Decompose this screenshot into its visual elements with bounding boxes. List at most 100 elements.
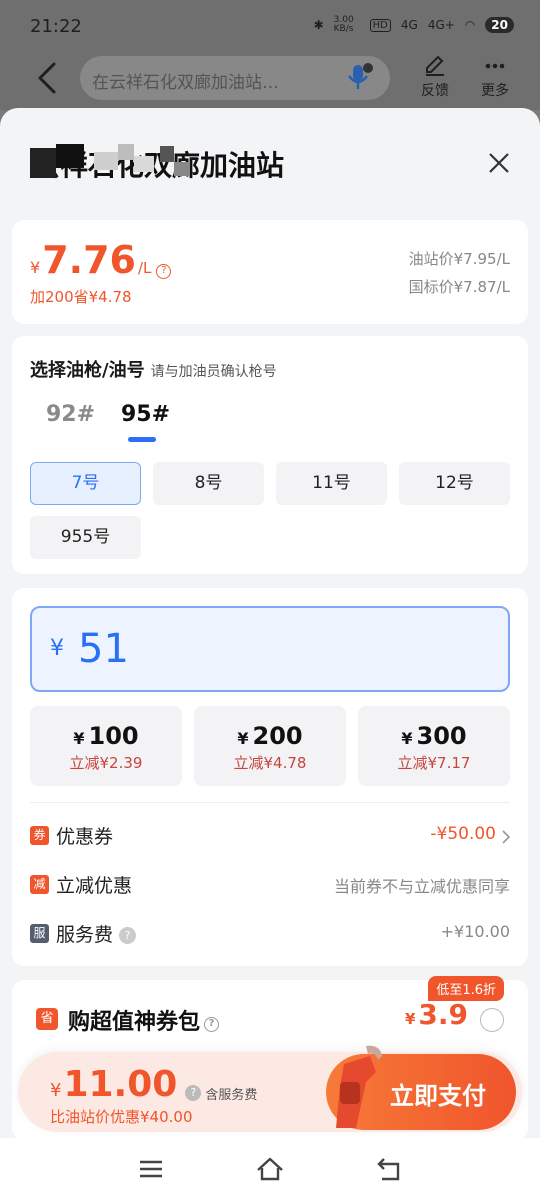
pencil-icon	[426, 55, 444, 76]
instant-tag-icon: 减	[30, 875, 49, 894]
amount-card: ¥ 51 ¥100 立减¥2.39 ¥200 立减¥4.78 ¥300 立减¥7…	[12, 588, 528, 966]
gun-button-11[interactable]: 11号	[276, 462, 387, 505]
gun-section-title: 选择油枪/油号 请与加油员确认枪号	[30, 356, 277, 382]
service-tag-icon: 服	[30, 924, 49, 943]
bluetooth-icon: ✱	[313, 18, 324, 32]
service-label-text: 服务费	[56, 924, 114, 946]
pack-checkbox[interactable]	[480, 1008, 504, 1032]
back-arrow-icon[interactable]	[34, 58, 64, 98]
pack-title: 购超值神券包?	[68, 1004, 220, 1036]
service-label: 服务费?	[56, 920, 137, 947]
quick-amount: 100	[88, 722, 139, 750]
amount-value: 51	[78, 626, 129, 672]
amount-currency: ¥	[50, 636, 64, 661]
national-price: 国标价¥7.87/L	[408, 278, 510, 296]
instant-discount-row: 减 立减优惠 当前券不与立减优惠同享	[30, 871, 510, 901]
pay-help-icon[interactable]: ?	[185, 1085, 202, 1101]
feedback-button[interactable]: 反馈	[410, 54, 460, 100]
hd-icon: HD	[369, 18, 391, 32]
gun-hint: 请与加油员确认枪号	[150, 364, 277, 380]
pay-currency: ¥	[50, 1080, 62, 1101]
price-value: 7.76	[42, 238, 136, 282]
price-unit: /L	[137, 259, 152, 277]
pay-total: ¥ 11.00 ? 含服务费	[50, 1064, 257, 1105]
price-card: ¥ 7.76 /L ? 加200省¥4.78 油站价¥7.95/L 国标价¥7.…	[12, 220, 528, 324]
pay-bar: ¥ 11.00 ? 含服务费 比油站价优惠¥40.00 立即支付	[18, 1045, 522, 1132]
instant-value: 当前券不与立减优惠同享	[333, 877, 510, 896]
pack-title-text: 购超值神券包	[68, 1010, 201, 1035]
price-currency: ¥	[30, 258, 41, 277]
more-button[interactable]: 更多	[470, 54, 520, 100]
close-icon[interactable]	[486, 150, 512, 176]
back-icon[interactable]	[374, 1154, 404, 1184]
status-bar: 21:22 ✱ 3.00 KB/s HD 4G 4G+ ◠ 20	[0, 0, 540, 52]
quick-currency: ¥	[401, 729, 413, 748]
quick-amount-200[interactable]: ¥200 立减¥4.78	[194, 706, 346, 786]
search-box[interactable]: 在云祥石化双廊加油站…	[80, 56, 390, 100]
unit-price: ¥ 7.76 /L ?	[30, 238, 172, 282]
feedback-label: 反馈	[421, 83, 449, 99]
coupon-label: 优惠券	[56, 826, 114, 848]
gun-button-7[interactable]: 7号	[30, 462, 141, 505]
instant-label: 立减优惠	[56, 875, 133, 897]
status-time: 21:22	[30, 16, 82, 37]
pay-total-value: 11.00	[63, 1064, 178, 1105]
pack-help-icon[interactable]: ?	[204, 1017, 220, 1032]
search-text: 在云祥石化双廊加油站…	[92, 73, 279, 93]
chevron-right-icon	[502, 830, 510, 844]
menu-icon[interactable]	[136, 1154, 166, 1184]
wifi-icon: ◠	[464, 18, 476, 32]
station-price: 油站价¥7.95/L	[408, 250, 510, 268]
signal-icon-2: 4G+	[427, 18, 455, 32]
status-icons: ✱ 3.00 KB/s HD 4G 4G+ ◠ 20	[314, 16, 514, 34]
quick-discount: 立减¥2.39	[69, 754, 143, 772]
quick-currency: ¥	[73, 729, 85, 748]
service-help-icon[interactable]: ?	[119, 927, 137, 944]
pay-note: ? 含服务费	[185, 1084, 257, 1103]
pack-currency: ¥	[404, 1010, 416, 1028]
amount-input[interactable]: ¥ 51	[30, 606, 510, 692]
more-dots-icon	[485, 63, 505, 69]
gun-button-8[interactable]: 8号	[153, 462, 264, 505]
quick-amount: 300	[416, 722, 467, 750]
fuel-nozzle-icon	[336, 1045, 382, 1128]
pay-now-label: 立即支付	[390, 1082, 486, 1110]
system-nav-bar	[0, 1138, 540, 1200]
gun-selection-card: 选择油枪/油号 请与加油员确认枪号 92# 95# 7号 8号 11号 12号 9…	[12, 336, 528, 574]
coupon-row[interactable]: 券 优惠券 -¥50.00	[30, 822, 510, 852]
signal-icon-1: 4G	[400, 18, 418, 32]
quick-discount: 立减¥7.17	[397, 754, 471, 772]
quick-discount: 立减¥4.78	[233, 754, 307, 772]
net-speed: 3.00 KB/s	[333, 15, 354, 34]
pay-now-button[interactable]: 立即支付	[326, 1045, 516, 1130]
oil-tab-95[interactable]: 95#	[121, 402, 170, 427]
gun-title: 选择油枪/油号	[30, 360, 145, 381]
home-icon[interactable]	[255, 1154, 285, 1184]
quick-amount-100[interactable]: ¥100 立减¥2.39	[30, 706, 182, 786]
oil-tab-92[interactable]: 92#	[46, 402, 95, 427]
redaction-blur	[30, 144, 190, 178]
quick-currency: ¥	[237, 729, 249, 748]
quick-amount-300[interactable]: ¥300 立减¥7.17	[358, 706, 510, 786]
gun-button-955[interactable]: 955号	[30, 516, 141, 559]
battery-icon: 20	[485, 17, 514, 33]
coupon-value: -¥50.00	[430, 824, 496, 844]
pack-tag-icon: 省	[36, 1008, 58, 1030]
pack-price: ¥3.9	[405, 998, 468, 1031]
more-label: 更多	[481, 83, 509, 99]
divider	[30, 802, 510, 803]
payment-sheet: 云祥石化双廊加油站 ¥ 7.76 /L ? 加200省¥4.78 油站价¥7.9…	[0, 108, 540, 1138]
gun-button-12[interactable]: 12号	[399, 462, 510, 505]
oil-tab-underline	[128, 437, 156, 442]
price-saving-note: 加200省¥4.78	[30, 288, 132, 306]
top-bar: 在云祥石化双廊加油站… 反馈 更多	[0, 52, 540, 110]
coupon-tag-icon: 券	[30, 826, 49, 845]
service-value: +¥10.00	[440, 922, 510, 941]
pay-note-text: 含服务费	[205, 1087, 258, 1103]
pack-price-value: 3.9	[418, 998, 468, 1031]
quick-amount: 200	[252, 722, 303, 750]
microphone-icon[interactable]	[344, 62, 374, 92]
service-fee-row: 服 服务费? +¥10.00	[30, 920, 510, 950]
pay-saving: 比油站价优惠¥40.00	[50, 1108, 193, 1126]
price-help-icon[interactable]: ?	[156, 264, 172, 279]
